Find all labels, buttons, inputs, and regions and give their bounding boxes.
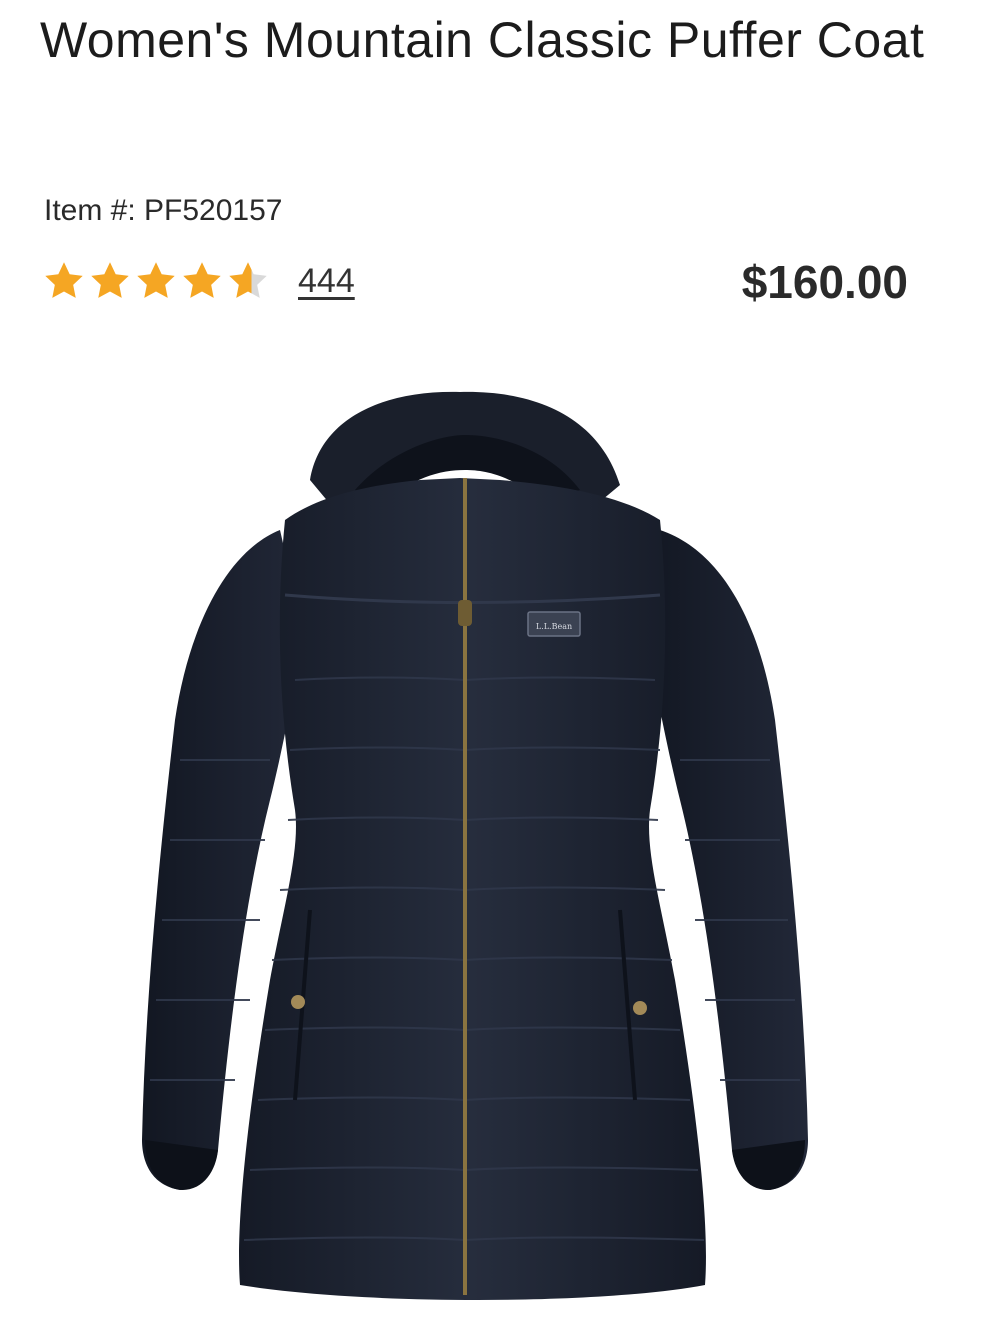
star-icon (91, 262, 129, 298)
item-number: Item #: PF520157 (44, 194, 283, 227)
brand-label-text: L.L.Bean (536, 622, 572, 631)
right-snap-icon (633, 1001, 647, 1015)
zipper-pull-icon (458, 600, 472, 626)
product-price: $160.00 (741, 256, 908, 308)
review-count-link[interactable]: 444 (298, 261, 355, 301)
star-icon (137, 262, 175, 298)
star-icon (183, 262, 221, 298)
star-rating[interactable] (42, 259, 270, 303)
product-title: Women's Mountain Classic Puffer Coat (40, 12, 925, 68)
rating-row: 444 (42, 258, 355, 304)
product-image[interactable]: L.L.Bean (120, 380, 840, 1320)
star-icon (229, 262, 267, 298)
star-icon (45, 262, 83, 298)
left-snap-icon (291, 995, 305, 1009)
